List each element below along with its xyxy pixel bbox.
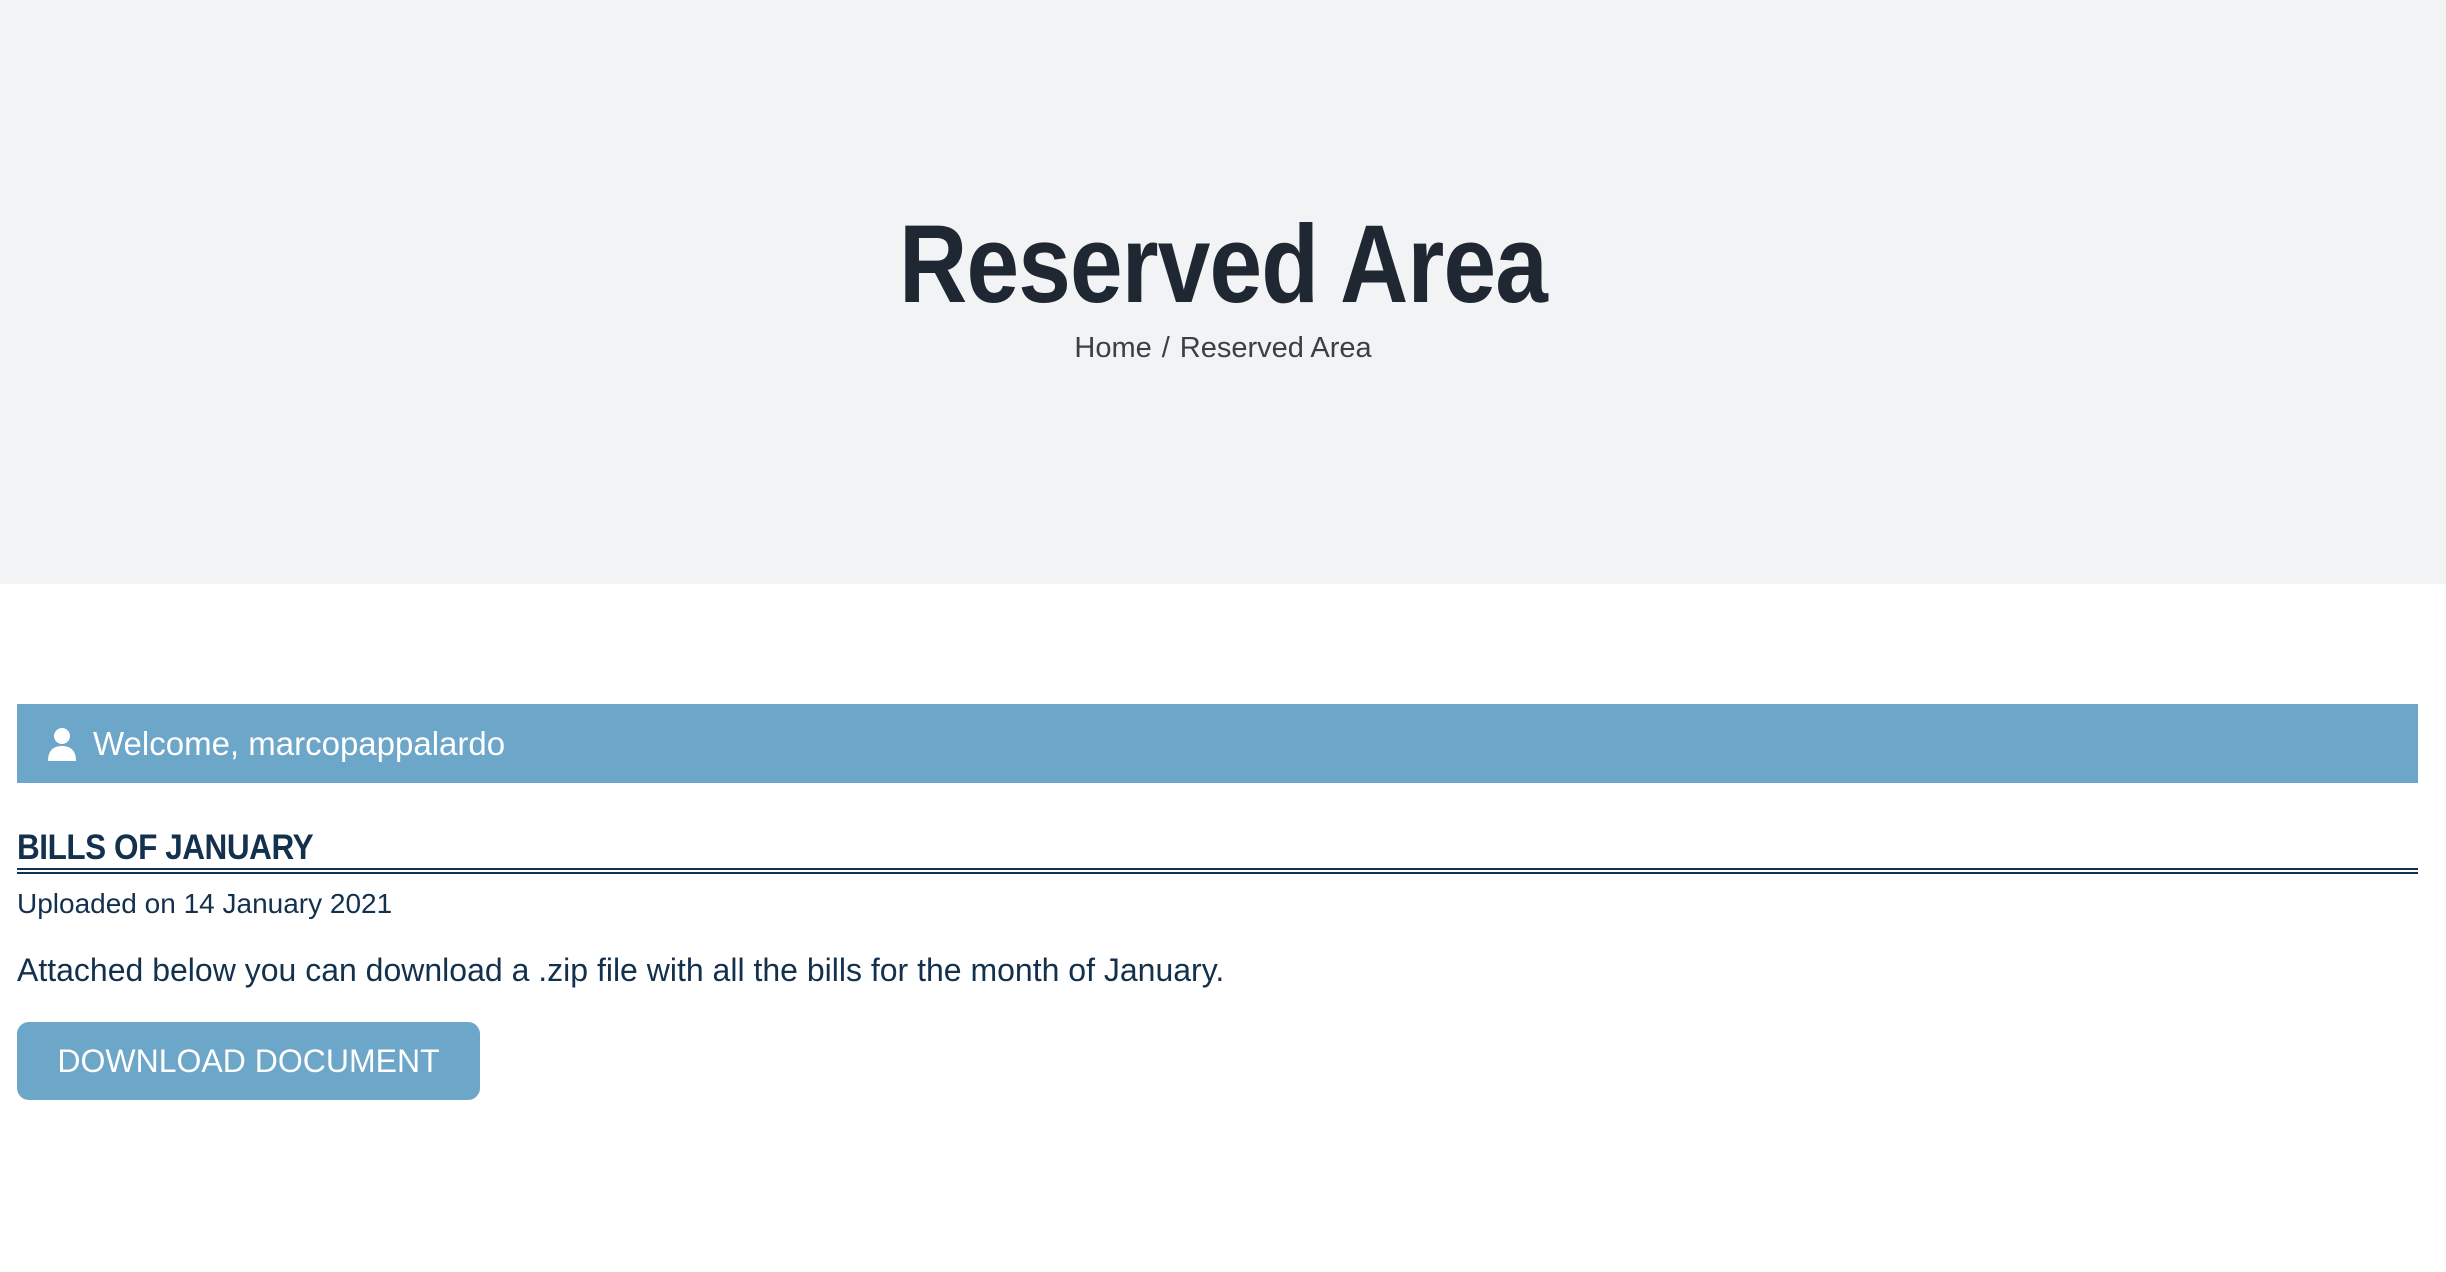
breadcrumb-separator: / [1161, 332, 1170, 364]
breadcrumb-current: Reserved Area [1179, 332, 1372, 364]
page-title: Reserved Area [899, 203, 1548, 326]
upload-date: Uploaded on 14 January 2021 [17, 888, 393, 919]
user-icon [47, 727, 77, 761]
document-title: BILLS OF JANUARY [17, 828, 314, 867]
welcome-banner: Welcome, marcopappalardo [17, 704, 2418, 783]
page-header: Reserved Area Home / Reserved Area [0, 0, 2446, 584]
breadcrumb: Home / Reserved Area [0, 330, 2446, 366]
heading-divider [17, 868, 2418, 874]
breadcrumb-home-link[interactable]: Home [1074, 332, 1151, 364]
welcome-message: Welcome, marcopappalardo [93, 724, 506, 762]
document-description: Attached below you can download a .zip f… [17, 952, 1225, 988]
download-document-button[interactable]: DOWNLOAD DOCUMENT [17, 1022, 480, 1100]
